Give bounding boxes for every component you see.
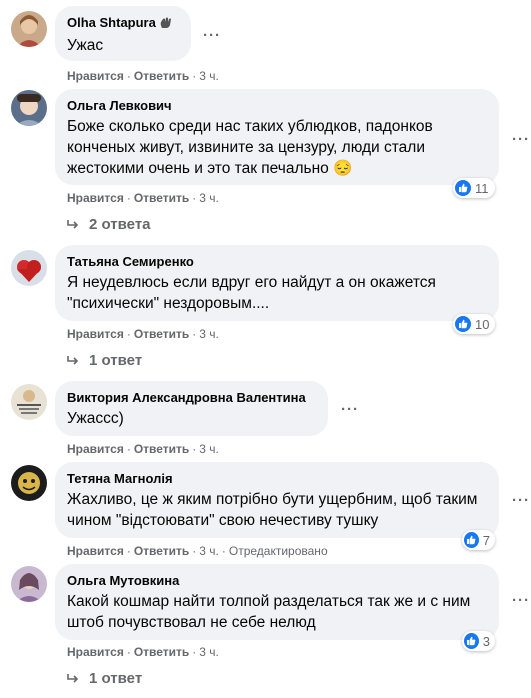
reply-arrow-icon (67, 673, 79, 683)
reply-link[interactable]: Ответить (134, 69, 189, 83)
reply-link[interactable]: Ответить (134, 191, 189, 205)
view-replies[interactable]: 1 ответ (67, 670, 142, 687)
comment-author[interactable]: Ольга Мутовкина (67, 572, 487, 589)
comment-time[interactable]: 3 ч. (199, 69, 219, 83)
avatar[interactable] (11, 384, 47, 420)
comment-text: Ужас (67, 37, 104, 54)
comment-text: Я неудевлюсь если вдруг его найдут а он … (67, 274, 436, 312)
reaction-count[interactable]: 3 (462, 631, 495, 651)
reaction-count[interactable]: 10 (453, 314, 495, 334)
reply-link[interactable]: Ответить (134, 645, 189, 659)
comment-actions: Нравится · Ответить · 3 ч. · Отредактировано (67, 544, 328, 558)
comment-bubble: Виктория Александровна Валентина Ужассс) (55, 381, 328, 436)
like-thumb-icon (455, 316, 471, 332)
view-replies[interactable]: 2 ответа (67, 216, 151, 233)
like-link[interactable]: Нравится (67, 544, 124, 558)
comment-time[interactable]: 3 ч. (199, 645, 219, 659)
comment-bubble: Ольга Левкович Боже сколько среди нас та… (55, 89, 499, 185)
reaction-count[interactable]: 7 (462, 530, 495, 550)
comment-time[interactable]: 3 ч. (199, 191, 219, 205)
comment-time[interactable]: 3 ч. (199, 544, 219, 558)
reply-link[interactable]: Ответить (134, 442, 189, 456)
like-thumb-icon (464, 633, 479, 649)
like-link[interactable]: Нравится (67, 645, 124, 659)
avatar[interactable] (11, 90, 47, 126)
more-options-icon[interactable]: ··· (512, 492, 530, 509)
comment-actions: Нравится · Ответить · 3 ч. (67, 191, 219, 205)
comment-author[interactable]: Ольга Левкович (67, 97, 487, 114)
more-options-icon[interactable]: ··· (341, 401, 359, 418)
comment-author[interactable]: Татьяна Семиренко (67, 253, 487, 270)
comment-text: Жахливо, це ж яким потрібно бути ущербни… (67, 491, 478, 529)
more-options-icon[interactable]: ··· (203, 27, 221, 44)
comment-bubble: Тетяна Магнолія Жахливо, це ж яким потрі… (55, 462, 499, 538)
waving-hand-icon (159, 16, 172, 33)
comment-text: Ужассс) (67, 410, 124, 427)
avatar[interactable] (11, 11, 47, 47)
comment-actions: Нравится · Ответить · 3 ч. (67, 442, 219, 456)
reaction-count[interactable]: 11 (453, 178, 495, 198)
like-thumb-icon (455, 180, 471, 196)
like-link[interactable]: Нравится (67, 327, 124, 341)
comment-actions: Нравится · Ответить · 3 ч. (67, 327, 219, 341)
edited-label[interactable]: Отредактировано (229, 544, 328, 558)
comment-bubble: Ольга Мутовкина Какой кошмар найти толпо… (55, 564, 499, 640)
comment-text: Боже сколько среди нас таких ублюдков, п… (67, 118, 433, 177)
comment-author[interactable]: Тетяна Магнолія (67, 470, 487, 487)
avatar[interactable] (11, 250, 47, 286)
comment-bubble: Татьяна Семиренко Я неудевлюсь если вдру… (55, 245, 499, 321)
comment-author[interactable]: Виктория Александровна Валентина (67, 389, 316, 406)
more-options-icon[interactable]: ··· (512, 592, 530, 609)
comment-actions: Нравится · Ответить · 3 ч. (67, 645, 219, 659)
avatar[interactable] (11, 465, 47, 501)
like-link[interactable]: Нравится (67, 191, 124, 205)
reply-arrow-icon (67, 355, 79, 365)
like-link[interactable]: Нравится (67, 69, 124, 83)
comment-actions: Нравится · Ответить · 3 ч. (67, 69, 219, 83)
like-link[interactable]: Нравится (67, 442, 124, 456)
comment-author[interactable]: Olha Shtapura (67, 14, 179, 33)
more-options-icon[interactable]: ··· (512, 131, 530, 148)
avatar[interactable] (11, 566, 47, 602)
view-replies[interactable]: 1 ответ (67, 352, 142, 369)
comment-time[interactable]: 3 ч. (199, 442, 219, 456)
comment-text: Какой кошмар найти толпой разделаться та… (67, 593, 471, 631)
reply-arrow-icon (67, 219, 79, 229)
comment-time[interactable]: 3 ч. (199, 327, 219, 341)
like-thumb-icon (464, 532, 479, 548)
reply-link[interactable]: Ответить (134, 544, 189, 558)
comment-bubble: Olha Shtapura Ужас (55, 6, 191, 61)
reply-link[interactable]: Ответить (134, 327, 189, 341)
